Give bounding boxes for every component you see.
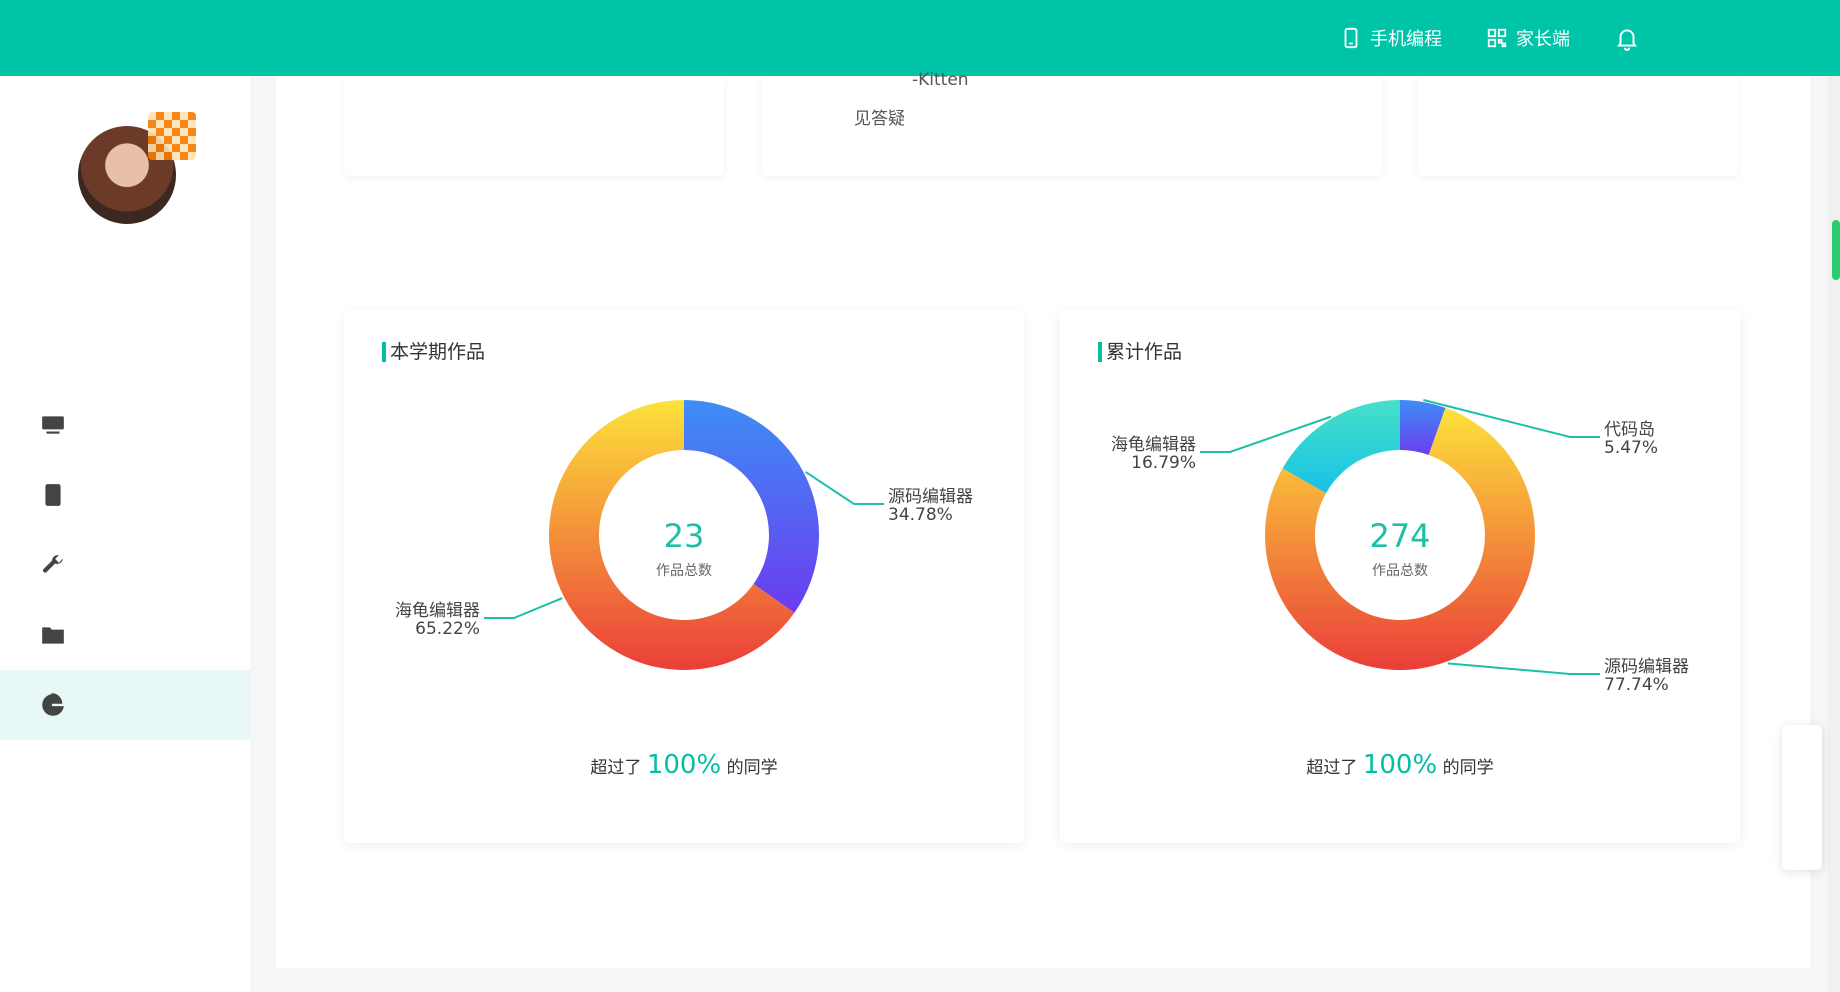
sidebar-item-courses[interactable]: [0, 460, 250, 530]
donut-total-label: 作品总数: [656, 563, 712, 579]
sidebar-item-tools[interactable]: [0, 530, 250, 600]
stat-card-2-line1: -Kitten: [912, 70, 969, 90]
mobile-phone-icon: [1344, 27, 1358, 49]
notification-button[interactable]: [1614, 25, 1640, 51]
donut-total: 274: [1369, 517, 1430, 555]
pie-chart-icon: [42, 693, 64, 716]
slice-percent: 5.47%: [1604, 438, 1658, 458]
book-icon: [45, 484, 61, 506]
footer-prefix: 超过了: [590, 758, 642, 778]
footer-prefix: 超过了: [1306, 758, 1358, 778]
stat-card-2-line2[interactable]: 见答疑: [854, 104, 905, 129]
chart-footer: 超过了 100% 的同学: [344, 750, 1024, 780]
footer-suffix: 的同学: [726, 758, 778, 778]
leader-line: [805, 471, 884, 505]
leader-line: [484, 597, 563, 619]
sidebar-item-label: [106, 697, 196, 713]
slice-label: 海龟编辑器: [1111, 435, 1196, 455]
parent-app-link[interactable]: 家长端: [1486, 25, 1570, 51]
folder-icon: [42, 627, 64, 644]
sidebar-item-classroom[interactable]: [0, 390, 250, 460]
footer-percent: 100%: [1362, 750, 1438, 780]
top-bar: 手机编程 家长端: [0, 0, 1840, 76]
slice-percent: 65.22%: [415, 619, 480, 639]
sidebar: [0, 76, 250, 992]
slice-label: 代码岛: [1604, 420, 1655, 440]
donut-total: 23: [664, 517, 705, 555]
wrench-icon: [43, 555, 63, 573]
stat-card-2: -Kitten 见答疑: [762, 70, 1382, 176]
sidebar-nav: [0, 390, 250, 740]
mobile-coding-label: 手机编程: [1370, 29, 1442, 50]
slice-label: 源码编辑器: [888, 487, 973, 507]
sidebar-item-works[interactable]: [0, 600, 250, 670]
brand-logo[interactable]: [20, 14, 380, 58]
sidebar-item-statistics[interactable]: [0, 670, 250, 740]
avatar-badge: [148, 112, 196, 160]
footer-percent: 100%: [646, 750, 722, 780]
donut-slice[interactable]: [684, 400, 819, 613]
bell-icon: [1616, 29, 1638, 51]
footer-suffix: 的同学: [1442, 758, 1494, 778]
slice-percent: 77.74%: [1604, 675, 1669, 695]
chart-card-total: 累计作品 代码岛 5.47% 源码编辑器 77.74% 海龟编辑器 16.79% 274 作品…: [1060, 310, 1740, 843]
parent-app-label: 家长端: [1516, 29, 1570, 50]
floating-helper-widget[interactable]: [1782, 725, 1822, 870]
scrollbar-thumb[interactable]: [1832, 220, 1840, 280]
sidebar-item-label: [106, 487, 196, 503]
slice-percent: 34.78%: [888, 505, 953, 525]
mobile-coding-link[interactable]: 手机编程: [1340, 25, 1442, 51]
sidebar-item-label: [106, 417, 196, 433]
stat-card-1: [344, 76, 724, 176]
sidebar-item-label: [106, 627, 196, 643]
leader-line: [1447, 662, 1600, 675]
monitor-icon: [42, 416, 64, 434]
sidebar-item-label: [106, 557, 196, 573]
user-menu[interactable]: [1684, 23, 1804, 53]
slice-label: 源码编辑器: [1604, 657, 1689, 677]
chart-footer: 超过了 100% 的同学: [1060, 750, 1740, 780]
qr-grid-icon: [1487, 28, 1507, 48]
slice-percent: 16.79%: [1131, 453, 1196, 473]
slice-label: 海龟编辑器: [395, 601, 480, 621]
donut-total-label: 作品总数: [1372, 563, 1428, 579]
scrollbar-track[interactable]: [1828, 76, 1840, 992]
chart-card-semester: 本学期作品 源码编辑器 34.78% 海龟编辑器 65.22% 23 作品总数 超过了 1…: [344, 310, 1024, 843]
stat-card-3: [1418, 76, 1738, 176]
